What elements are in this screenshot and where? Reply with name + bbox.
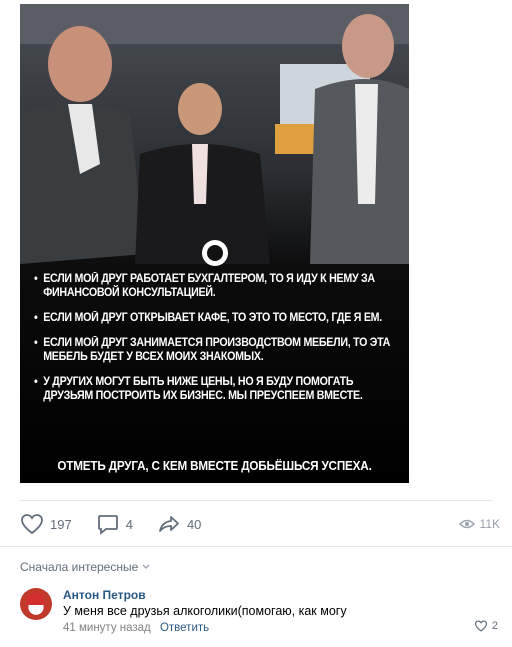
- caption-bullet: ЕСЛИ МОЙ ДРУГ ЗАНИМАЕТСЯ ПРОИЗВОДСТВОМ М…: [34, 336, 402, 364]
- caption-block: ЕСЛИ МОЙ ДРУГ РАБОТАЕТ БУХГАЛТЕРОМ, ТО Я…: [20, 272, 409, 414]
- heart-icon: [474, 620, 487, 632]
- views-count: 11K: [479, 517, 500, 531]
- caption-bullet: ЕСЛИ МОЙ ДРУГ ОТКРЫВАЕТ КАФЕ, ТО ЭТО ТО …: [34, 311, 402, 325]
- comment-text: У меня все друзья алкоголики(помогаю, ка…: [63, 604, 347, 618]
- caption-bullet: ЕСЛИ МОЙ ДРУГ РАБОТАЕТ БУХГАЛТЕРОМ, ТО Я…: [34, 272, 402, 300]
- share-count: 40: [186, 516, 202, 532]
- logo-icon: [202, 240, 228, 266]
- chevron-down-icon: [142, 564, 150, 569]
- avatar[interactable]: [20, 588, 52, 620]
- comments-sort-dropdown[interactable]: Сначала интересные: [20, 560, 150, 574]
- divider: [20, 500, 492, 501]
- divider: [0, 546, 512, 547]
- comment-icon: [97, 515, 118, 535]
- caption-cta: ОТМЕТЬ ДРУГА, С КЕМ ВМЕСТЕ ДОБЬЁШЬСЯ УСП…: [57, 458, 372, 473]
- views-counter: 11K: [458, 512, 500, 536]
- post-actions: 197 4 40: [20, 512, 500, 536]
- caption-bullet: У ДРУГИХ МОГУТ БЫТЬ НИЖЕ ЦЕНЫ, НО Я БУДУ…: [34, 375, 402, 403]
- eye-icon: [458, 519, 475, 529]
- comment-count: 4: [125, 516, 133, 532]
- comment-like-count: 2: [491, 620, 498, 632]
- comment-time[interactable]: 41 минуту назад: [63, 622, 151, 634]
- sort-label: Сначала интересные: [20, 560, 139, 574]
- post-image[interactable]: ЕСЛИ МОЙ ДРУГ РАБОТАЕТ БУХГАЛТЕРОМ, ТО Я…: [20, 4, 409, 483]
- comment-like-button[interactable]: 2: [474, 620, 498, 632]
- reply-button[interactable]: Ответить: [160, 622, 209, 634]
- comment-meta: 41 минуту назад Ответить: [63, 622, 209, 634]
- like-count: 197: [50, 516, 72, 532]
- comment-button[interactable]: 4: [96, 513, 133, 535]
- comment-author[interactable]: Антон Петров: [63, 588, 146, 602]
- share-icon: [159, 516, 179, 532]
- like-button[interactable]: 197: [20, 513, 72, 535]
- heart-icon: [21, 514, 43, 535]
- share-button[interactable]: 40: [157, 513, 201, 535]
